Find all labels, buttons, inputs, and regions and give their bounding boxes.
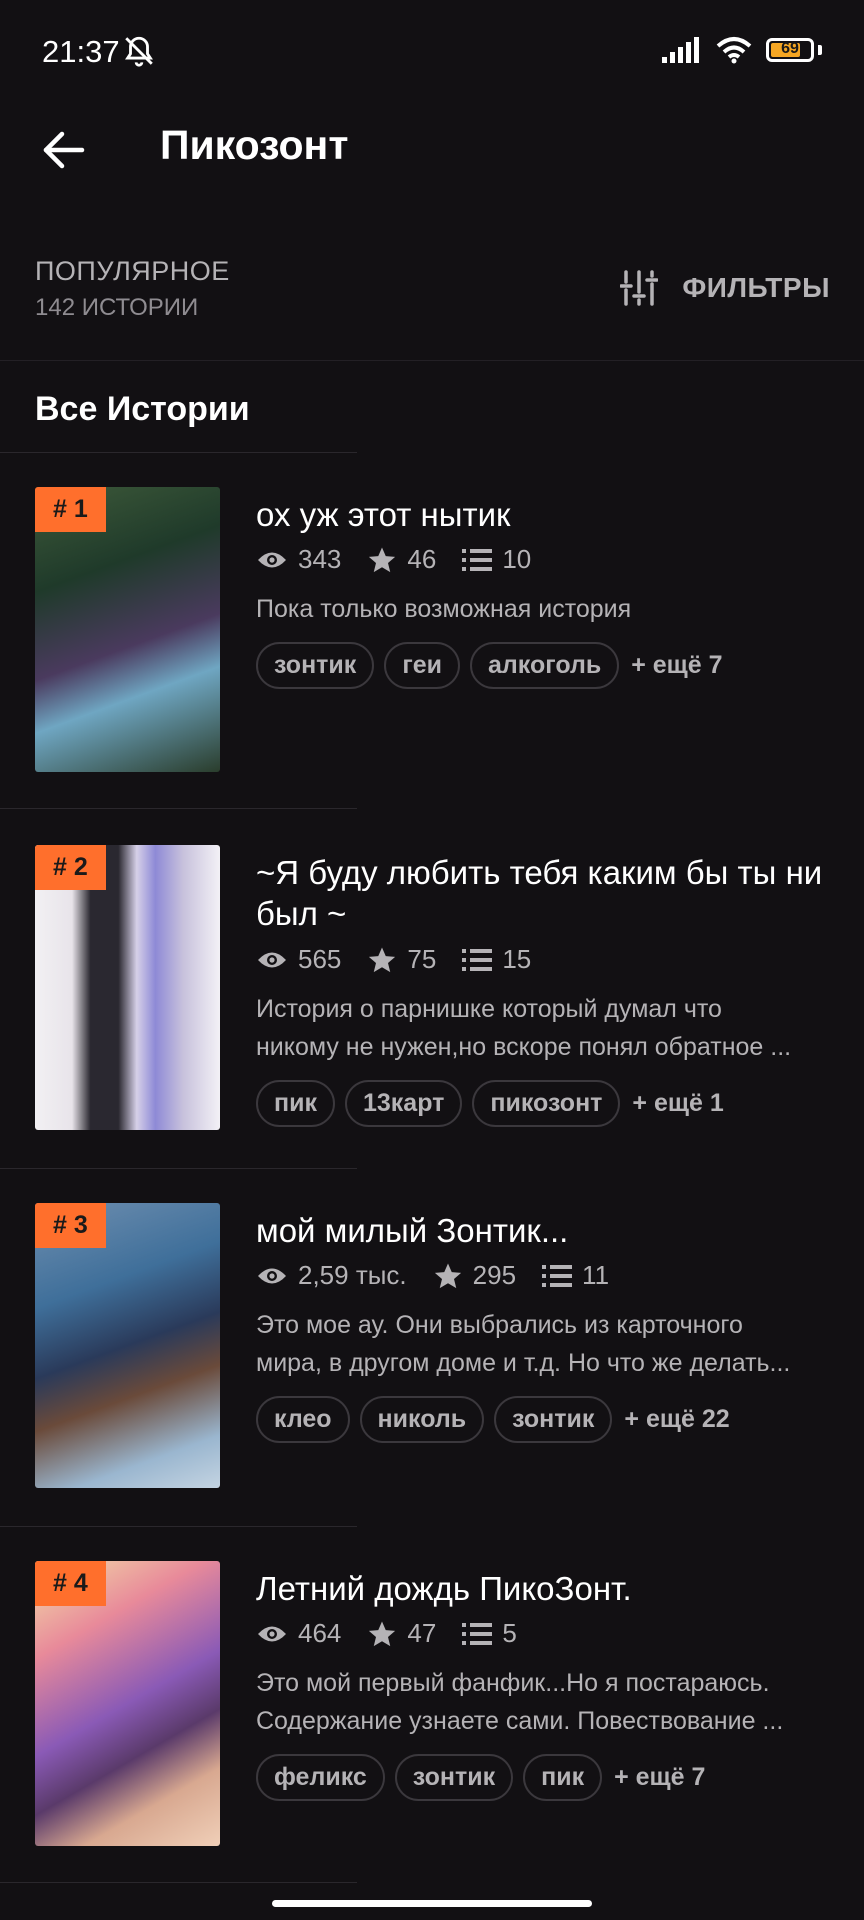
eye-icon xyxy=(258,952,286,967)
story-title[interactable]: ~Я буду любить тебя каким бы ты ни был ~ xyxy=(256,852,836,934)
rank-badge: # 2 xyxy=(35,845,106,890)
views-count: 343 xyxy=(298,544,342,574)
back-arrow-icon[interactable] xyxy=(36,122,92,178)
tag-chip[interactable]: геи xyxy=(384,642,460,689)
star-icon xyxy=(369,947,396,972)
list-icon xyxy=(542,1264,573,1287)
story-cover[interactable]: # 1 xyxy=(35,487,220,772)
story-stats: 343 46 10 xyxy=(256,544,557,575)
stars-count: 47 xyxy=(407,1618,437,1648)
story-description: Это мое ау. Они выбрались из карточного … xyxy=(256,1311,791,1377)
rank-badge: # 3 xyxy=(35,1203,106,1248)
story-title[interactable]: мой милый Зонтик... xyxy=(256,1210,836,1251)
star-icon xyxy=(369,547,396,572)
stars-count: 46 xyxy=(407,544,437,574)
story-item[interactable]: # 1 ох уж этот нытик 343 46 10 Пока толь… xyxy=(0,452,864,808)
wifi-icon xyxy=(716,37,752,64)
tag-chip[interactable]: клео xyxy=(256,1396,350,1443)
rank-badge: # 1 xyxy=(35,487,106,532)
more-tags[interactable]: + ещё 1 xyxy=(632,1089,723,1118)
story-stats: 2,59 тыс. 295 11 xyxy=(256,1260,635,1291)
app-bar: Пикозонт xyxy=(0,100,864,200)
tag-chip[interactable]: николь xyxy=(359,1396,485,1443)
battery-level: 69 xyxy=(781,40,799,57)
story-description: Пока только возможная история xyxy=(256,595,632,623)
parts-count: 11 xyxy=(582,1260,610,1290)
story-tags: феликс зонтик пик + ещё 7 xyxy=(256,1754,705,1801)
eye-icon xyxy=(258,552,286,567)
story-cover[interactable]: # 2 xyxy=(35,845,220,1130)
story-title[interactable]: Летний дождь ПикоЗонт. xyxy=(256,1568,836,1609)
tag-chip[interactable]: 13карт xyxy=(344,1080,463,1127)
status-time: 21:37 xyxy=(42,34,120,69)
rank-badge: # 4 xyxy=(35,1561,106,1606)
views-count: 2,59 тыс. xyxy=(298,1260,407,1290)
tag-chip[interactable]: феликс xyxy=(256,1754,385,1801)
battery-icon: 69 xyxy=(766,38,814,62)
views-count: 565 xyxy=(298,944,342,974)
eye-icon xyxy=(258,1268,286,1283)
group-title: Все Истории xyxy=(35,390,250,428)
story-tags: зонтик геи алкоголь + ещё 7 xyxy=(256,642,723,689)
tag-chip[interactable]: зонтик xyxy=(256,642,375,689)
more-tags[interactable]: + ещё 7 xyxy=(631,651,722,680)
parts-count: 5 xyxy=(502,1618,517,1648)
story-cover[interactable]: # 3 xyxy=(35,1203,220,1488)
star-icon xyxy=(369,1621,396,1646)
story-description: Это мой первый фанфик...Но я постараюсь.… xyxy=(256,1669,784,1735)
stars-count: 75 xyxy=(407,944,437,974)
story-description: История о парнишке который думал что ник… xyxy=(256,995,792,1061)
story-tags: пик 13карт пикозонт + ещё 1 xyxy=(256,1080,724,1127)
story-stats: 464 47 5 xyxy=(256,1618,543,1649)
filters-button[interactable]: ФИЛЬТРЫ xyxy=(620,270,830,306)
tag-chip[interactable]: пикозонт xyxy=(472,1080,621,1127)
home-indicator[interactable] xyxy=(272,1900,592,1907)
story-stats: 565 75 15 xyxy=(256,944,557,975)
tag-chip[interactable]: пик xyxy=(523,1754,603,1801)
tag-chip[interactable]: зонтик xyxy=(394,1754,514,1801)
signal-icon xyxy=(662,37,699,63)
story-tags: клео николь зонтик + ещё 22 xyxy=(256,1396,730,1443)
story-title[interactable]: ох уж этот нытик xyxy=(256,494,836,535)
list-icon xyxy=(462,1622,493,1645)
filters-label: ФИЛЬТРЫ xyxy=(682,272,830,303)
tag-chip[interactable]: пик xyxy=(256,1080,335,1127)
parts-count: 10 xyxy=(502,544,532,574)
more-tags[interactable]: + ещё 22 xyxy=(624,1405,729,1434)
filters-sliders-icon xyxy=(620,270,659,306)
list-icon xyxy=(462,948,493,971)
story-item[interactable]: # 2 ~Я буду любить тебя каким бы ты ни б… xyxy=(0,808,864,1168)
star-icon xyxy=(434,1263,461,1288)
stars-count: 295 xyxy=(472,1260,517,1290)
story-cover[interactable]: # 4 xyxy=(35,1561,220,1846)
status-bar: 21:37 69 xyxy=(0,0,864,100)
story-item[interactable]: # 4 Летний дождь ПикоЗонт. 464 47 5 Это … xyxy=(0,1526,864,1884)
more-tags[interactable]: + ещё 7 xyxy=(614,1763,705,1792)
views-count: 464 xyxy=(298,1618,342,1648)
eye-icon xyxy=(258,1626,286,1641)
sort-label[interactable]: ПОПУЛЯРНОЕ xyxy=(35,256,230,287)
status-icons: 69 xyxy=(662,36,822,64)
stories-count: 142 ИСТОРИИ xyxy=(35,294,199,321)
tag-chip[interactable]: алкоголь xyxy=(470,642,620,689)
bell-muted-icon xyxy=(125,36,153,67)
story-item[interactable]: # 3 мой милый Зонтик... 2,59 тыс. 295 11… xyxy=(0,1168,864,1526)
section-header: ПОПУЛЯРНОЕ 142 ИСТОРИИ ФИЛЬТРЫ xyxy=(0,240,864,361)
page-title: Пикозонт xyxy=(160,122,349,168)
parts-count: 15 xyxy=(502,944,532,974)
list-icon xyxy=(462,548,493,571)
tag-chip[interactable]: зонтик xyxy=(494,1396,613,1443)
